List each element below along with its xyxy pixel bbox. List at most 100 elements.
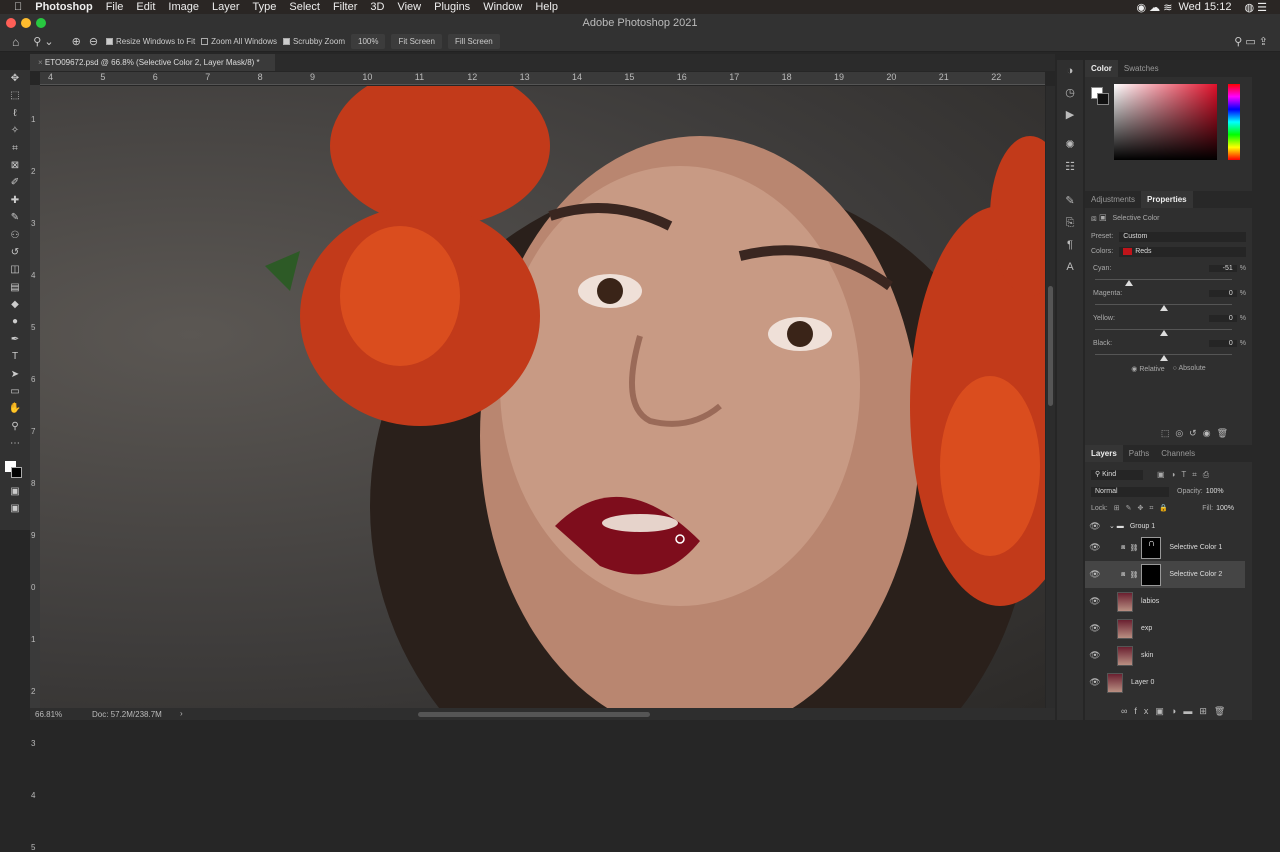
hand-tool-icon[interactable]: ✋ xyxy=(0,400,30,417)
opacity-field[interactable]: 100% xyxy=(1206,488,1224,495)
menu-layer[interactable]: Layer xyxy=(212,1,240,13)
link-icon[interactable]: ⛓ xyxy=(1129,571,1138,579)
layer-row[interactable]: 👁 ⌄ ▬ Group 1 xyxy=(1085,518,1245,534)
rectangle-tool-icon[interactable]: ▭ xyxy=(0,383,30,400)
layer-row[interactable]: 👁 ⧈ ⛓ Selective Color 2 xyxy=(1085,561,1245,588)
resize-windows-checkbox[interactable]: Resize Windows to Fit xyxy=(106,37,195,46)
absolute-radio[interactable]: ○ Absolute xyxy=(1173,365,1206,372)
clock[interactable]: Wed 15:12 xyxy=(1178,1,1231,13)
visibility-eye-icon[interactable]: 👁 xyxy=(1085,677,1105,688)
zoom-100-button[interactable]: 100% xyxy=(351,34,386,49)
lock-icons[interactable]: ⊞✎✥⌗🔒 xyxy=(1114,504,1174,513)
slider-value-field[interactable]: 0 xyxy=(1208,340,1237,347)
zoom-tool-icon[interactable]: ⚲ xyxy=(0,418,30,435)
visibility-eye-icon[interactable]: 👁 xyxy=(1085,542,1105,553)
hue-slider[interactable] xyxy=(1228,84,1240,160)
menu-help[interactable]: Help xyxy=(535,1,558,13)
slider-track[interactable] xyxy=(1095,304,1232,312)
fill-field[interactable]: 100% xyxy=(1216,505,1234,512)
visibility-eye-icon[interactable]: 👁 xyxy=(1085,596,1105,607)
preset-dropdown[interactable]: Custom xyxy=(1119,231,1246,242)
dodge-tool-icon[interactable]: ● xyxy=(0,313,30,330)
visibility-eye-icon[interactable]: 👁 xyxy=(1085,569,1105,580)
menu-window[interactable]: Window xyxy=(483,1,522,13)
menu-view[interactable]: View xyxy=(397,1,421,13)
menu-filter[interactable]: Filter xyxy=(333,1,357,13)
image-canvas[interactable] xyxy=(40,86,1045,708)
tab-adjustments[interactable]: Adjustments xyxy=(1085,191,1141,208)
layer-row[interactable]: 👁 labios xyxy=(1085,588,1245,615)
menu-edit[interactable]: Edit xyxy=(136,1,155,13)
fg-bg-colors[interactable] xyxy=(0,453,30,483)
eyedropper-tool-icon[interactable]: ✐ xyxy=(0,174,30,191)
layer-row[interactable]: 👁 skin xyxy=(1085,642,1245,669)
visibility-eye-icon[interactable]: 👁 xyxy=(1085,623,1105,634)
gradient-tool-icon[interactable]: ▤ xyxy=(0,279,30,296)
more-tool-icon[interactable]: ⋯ xyxy=(0,435,30,452)
healing-tool-icon[interactable]: ✚ xyxy=(0,192,30,209)
colors-dropdown[interactable]: Reds xyxy=(1119,246,1246,257)
layer-name[interactable]: exp xyxy=(1141,625,1152,632)
menu-3d[interactable]: 3D xyxy=(370,1,384,13)
tab-layers[interactable]: Layers xyxy=(1085,445,1123,462)
layer-row[interactable]: 👁 ⧈ ⛓ ∩ Selective Color 1 xyxy=(1085,534,1245,561)
layer-name[interactable]: labios xyxy=(1141,598,1159,605)
siri-icon[interactable]: ◍ ☰ xyxy=(1244,1,1267,14)
color-field[interactable] xyxy=(1114,84,1217,160)
slider-track[interactable] xyxy=(1095,354,1232,362)
layer-mask-thumbnail[interactable] xyxy=(1141,563,1162,586)
layer-name[interactable]: Selective Color 2 xyxy=(1169,571,1222,578)
group-folder-icon[interactable]: ⌄ ▬ xyxy=(1109,522,1124,530)
clone-source-icon[interactable]: ⎘ xyxy=(1057,212,1083,234)
tab-swatches[interactable]: Swatches xyxy=(1118,60,1165,77)
slider-value-field[interactable]: 0 xyxy=(1208,290,1237,297)
background-color-swatch[interactable] xyxy=(1097,93,1109,105)
actions-play-icon[interactable]: ▶ xyxy=(1057,104,1083,126)
slider-track[interactable] xyxy=(1095,329,1232,337)
history-icon[interactable]: ◷ xyxy=(1057,82,1083,104)
zoom-window-button[interactable] xyxy=(36,18,46,28)
properties-footer-icons[interactable]: ⬚◎↺◉🗑 xyxy=(1161,428,1234,439)
layer-filter-icons[interactable]: ▣◑T⌗⎙ xyxy=(1157,470,1215,480)
pen-tool-icon[interactable]: ✒ xyxy=(0,331,30,348)
marquee-tool-icon[interactable]: ⬚ xyxy=(0,87,30,104)
visibility-eye-icon[interactable]: 👁 xyxy=(1085,521,1105,532)
blur-tool-icon[interactable]: ◆ xyxy=(0,296,30,313)
menu-plugins[interactable]: Plugins xyxy=(434,1,470,13)
brush-settings-icon[interactable]: ✎ xyxy=(1057,190,1083,212)
document-tab[interactable]: × ETO09672.psd @ 66.8% (Selective Color … xyxy=(30,54,275,71)
move-tool-icon[interactable]: ✥ xyxy=(0,70,30,87)
menu-file[interactable]: File xyxy=(106,1,124,13)
relative-radio[interactable]: ◉ Relative xyxy=(1131,365,1164,373)
stamp-tool-icon[interactable]: ⚇ xyxy=(0,227,30,244)
color-panel-icon[interactable]: ◑ xyxy=(1057,60,1083,82)
slider-thumb[interactable] xyxy=(1159,330,1168,336)
blend-mode-dropdown[interactable]: Normal xyxy=(1091,486,1169,497)
tab-channels[interactable]: Channels xyxy=(1155,445,1201,462)
path-select-tool-icon[interactable]: ➤ xyxy=(0,366,30,383)
layer-row[interactable]: 👁 Layer 0 xyxy=(1085,669,1245,696)
tab-color[interactable]: Color xyxy=(1085,60,1118,77)
layer-filter-kind[interactable]: ⚲ Kind xyxy=(1091,469,1143,480)
libraries-icon[interactable]: ☷ xyxy=(1057,156,1083,178)
type-tool-icon[interactable]: T xyxy=(0,348,30,365)
vertical-scrollbar[interactable] xyxy=(1046,86,1055,708)
fit-screen-button[interactable]: Fit Screen xyxy=(391,34,442,49)
scrubby-zoom-checkbox[interactable]: Scrubby Zoom xyxy=(282,37,345,46)
screen-mode-icon[interactable]: ▣ xyxy=(0,500,30,517)
slider-value-field[interactable]: -51 xyxy=(1208,265,1237,272)
zoom-level[interactable]: 66.81% xyxy=(35,710,62,719)
menu-select[interactable]: Select xyxy=(289,1,320,13)
frame-tool-icon[interactable]: ⊠ xyxy=(0,157,30,174)
slider-track[interactable] xyxy=(1095,279,1232,287)
layer-name[interactable]: skin xyxy=(1141,652,1153,659)
character-icon[interactable]: A xyxy=(1057,256,1083,278)
zoom-tool-icon[interactable]: ⚲ ⌄ xyxy=(33,35,53,48)
search-icon[interactable]: ⚲ ▭ ⇪ xyxy=(1234,35,1268,48)
history-brush-tool-icon[interactable]: ↺ xyxy=(0,244,30,261)
menu-app[interactable]: Photoshop xyxy=(35,1,92,13)
slider-value-field[interactable]: 0 xyxy=(1208,315,1237,322)
menu-image[interactable]: Image xyxy=(168,1,199,13)
layer-row[interactable]: 👁 exp xyxy=(1085,615,1245,642)
slider-thumb[interactable] xyxy=(1159,355,1168,361)
